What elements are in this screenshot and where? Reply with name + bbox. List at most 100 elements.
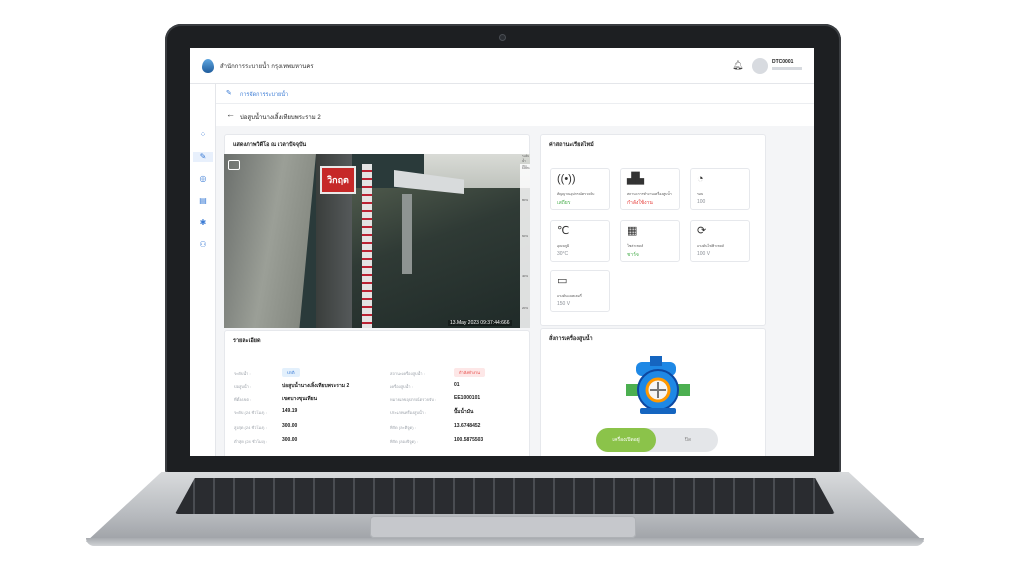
breadcrumb: ✎ การจัดการระบายน้ำ xyxy=(216,84,814,104)
video-post xyxy=(402,194,412,274)
status-tile-value: 150 V xyxy=(557,301,571,307)
video-wall xyxy=(224,154,316,328)
status-tile-label: สัญญาณอุปกรณ์ตรวจจับ xyxy=(557,192,595,196)
tv-icon[interactable] xyxy=(228,160,240,170)
video-card-title: แสดงภาพวิดีโอ ณ เวลาปัจจุบัน xyxy=(233,142,307,148)
detail-value: 300.00 xyxy=(282,423,298,429)
video-warning-sign: วิกฤต xyxy=(320,166,356,194)
status-tile: ⟳ แรงดันไฟฟ้าเซลล์ 100 V xyxy=(690,220,750,262)
status-tile-value: ชาร์จ xyxy=(627,252,639,258)
scale-tick: 40% xyxy=(522,274,529,278)
battery-cycle-icon: ⟳ xyxy=(697,225,707,237)
laptop-mockup: สำนักการระบายน้ำ กรุงเทพมหานคร 🔔︎ DTC000… xyxy=(0,0,1024,576)
scale-tick: 100% xyxy=(522,166,530,170)
breadcrumb-section[interactable]: การจัดการระบายน้ำ xyxy=(240,91,288,99)
detail-label: เครื่องสูบน้ำ : xyxy=(390,384,413,389)
pump-control-title: สั่งการเครื่องสูบน้ำ xyxy=(549,336,593,342)
status-tile: ▟▙ สถานะการทำงานเครื่องสูบน้ำกำลังใช้งาน xyxy=(620,168,680,210)
signal-icon: ((•)) xyxy=(557,173,576,185)
status-tile: ▭ แรงดันแบตเตอรี่ 150 V xyxy=(550,270,610,312)
video-timestamp: 13.May 2023 09:37:44:666 xyxy=(448,320,512,326)
status-tile-value: 30°C xyxy=(557,251,569,257)
water-pump-icon xyxy=(626,356,690,414)
thermometer-icon: ℃ xyxy=(557,225,570,237)
status-tile-label: รอบ xyxy=(697,192,704,196)
status-tile-label: โซล่าเซลล์ xyxy=(627,244,644,248)
page-title: บ่อสูบน้ำนางเลิ้งเทียบพระราม 2 xyxy=(240,115,321,121)
solar-panel-icon: ▦ xyxy=(627,225,638,237)
status-tile: ℃ อุณหภูมิ 30°C xyxy=(550,220,610,262)
status-card-title: ค่าสถานะเรียลไทม์ xyxy=(549,142,594,148)
laptop-base-lip xyxy=(86,538,924,546)
sidebar-item-monitor-icon[interactable]: ◎ xyxy=(198,174,208,184)
sidebar-item-users-icon[interactable]: ⚇ xyxy=(198,240,208,250)
user-name[interactable]: DTC0001 xyxy=(772,59,793,65)
detail-label: พิกัด (ลองจิจูด) : xyxy=(390,439,418,444)
webcam-icon xyxy=(499,34,506,41)
detail-value: EE1000101 xyxy=(454,395,481,401)
sidebar-item-wrench-icon[interactable]: ✎ xyxy=(193,152,213,162)
laptop-trackpad xyxy=(370,516,636,538)
toggle-on-label[interactable]: เครื่องเปิดอยู่ xyxy=(596,428,656,452)
sidebar-item-settings-icon[interactable]: ✱ xyxy=(198,218,208,228)
detail-value: บ่อสูบน้ำนางเลิ้งเทียบพระราม 2 xyxy=(282,383,350,389)
detail-value: 01 xyxy=(454,382,460,388)
sidebar-item-report-icon[interactable]: ▤ xyxy=(198,196,208,206)
detail-value: ปั๊มน้ำมัน xyxy=(454,409,474,415)
pump-power-toggle[interactable]: เครื่องเปิดอยู่ ปิด xyxy=(596,428,718,452)
status-tile: ((•)) สัญญาณอุปกรณ์ตรวจจับเสถียร xyxy=(550,168,610,210)
detail-label: ประเภทเครื่องสูบน้ำ : xyxy=(390,410,427,415)
status-tile: ▦ โซล่าเซลล์ชาร์จ xyxy=(620,220,680,262)
status-tile-value: เสถียร xyxy=(557,200,571,206)
back-arrow-icon[interactable]: ← xyxy=(226,109,235,119)
status-tile-value: กำลังใช้งาน xyxy=(627,200,653,206)
detail-label: ต่ำสุด (24 ชั่วโมง) : xyxy=(234,439,268,444)
status-tile-value: 100 xyxy=(697,199,706,205)
gauge-icon: ◔ xyxy=(697,173,704,185)
details-card-title: รายละเอียด xyxy=(233,338,261,344)
detail-label: ระดับน้ำ : xyxy=(234,371,251,376)
bell-icon[interactable]: 🔔︎ xyxy=(732,60,743,70)
scale-tick: 80% xyxy=(522,198,529,202)
video-sign-text: วิกฤต xyxy=(327,175,349,185)
detail-label: สถานะเครื่องสูบน้ำ : xyxy=(390,371,425,376)
sidebar: ⁘ ✎ ◎ ▤ ✱ ⚇ xyxy=(190,84,216,456)
detail-label: หมายเลขอุปกรณ์ตรวจจับ : xyxy=(390,397,437,402)
detail-value: เขตบางขุนเทียน xyxy=(282,396,317,402)
detail-value: 300.00 xyxy=(282,437,298,443)
detail-value: 149.19 xyxy=(282,408,298,414)
detail-label: พิกัด (ละติจูด) : xyxy=(390,425,416,430)
status-tile-label: อุณหภูมิ xyxy=(557,244,570,248)
detail-label: สูงสุด (24 ชั่วโมง) : xyxy=(234,425,267,430)
page-title-bar: ← บ่อสูบน้ำนางเลิ้งเทียบพระราม 2 xyxy=(216,104,814,126)
live-video-feed[interactable]: วิกฤต ระดับน้ำ (%) 100% 80% 60% 40% 20% … xyxy=(224,154,530,328)
status-tile-label: แรงดันไฟฟ้าเซลล์ xyxy=(697,244,725,248)
user-subtitle-placeholder xyxy=(772,67,802,70)
battery-icon: ▭ xyxy=(557,275,568,287)
pump-status-badge: กำลังทำงาน xyxy=(454,368,485,377)
wrench-icon: ✎ xyxy=(226,90,232,97)
laptop-keyboard xyxy=(175,478,835,514)
top-bar: สำนักการระบายน้ำ กรุงเทพมหานคร 🔔︎ DTC000… xyxy=(190,48,814,84)
water-level-status-badge: ปกติ xyxy=(282,368,300,377)
status-tile-label: สถานะการทำงานเครื่องสูบน้ำ xyxy=(627,192,672,196)
water-drop-logo-icon[interactable] xyxy=(202,58,214,73)
video-water-gauge xyxy=(362,164,372,328)
detail-value: 13.6748452 xyxy=(454,423,481,429)
scale-tick: 20% xyxy=(522,306,529,310)
toggle-off-label[interactable]: ปิด xyxy=(668,428,708,452)
scale-tick: 60% xyxy=(522,234,529,238)
detail-label: ระดับ (24 ชั่วโมง) : xyxy=(234,410,267,415)
detail-label: ที่ตั้ง/เขต : xyxy=(234,397,252,402)
status-tile: ◔ รอบ 100 xyxy=(690,168,750,210)
details-card: รายละเอียด xyxy=(224,330,530,456)
detail-label: บ่อสูบน้ำ : xyxy=(234,384,252,389)
status-tile-value: 100 V xyxy=(697,251,711,257)
factory-icon: ▟▙ xyxy=(627,173,644,185)
status-tile-label: แรงดันแบตเตอรี่ xyxy=(557,294,582,298)
sidebar-item-dashboard-icon[interactable]: ⁘ xyxy=(198,130,208,140)
detail-value: 100.5875503 xyxy=(454,437,484,443)
avatar[interactable] xyxy=(752,58,768,74)
water-level-scale xyxy=(520,164,530,328)
org-name: สำนักการระบายน้ำ กรุงเทพมหานคร xyxy=(220,63,314,70)
